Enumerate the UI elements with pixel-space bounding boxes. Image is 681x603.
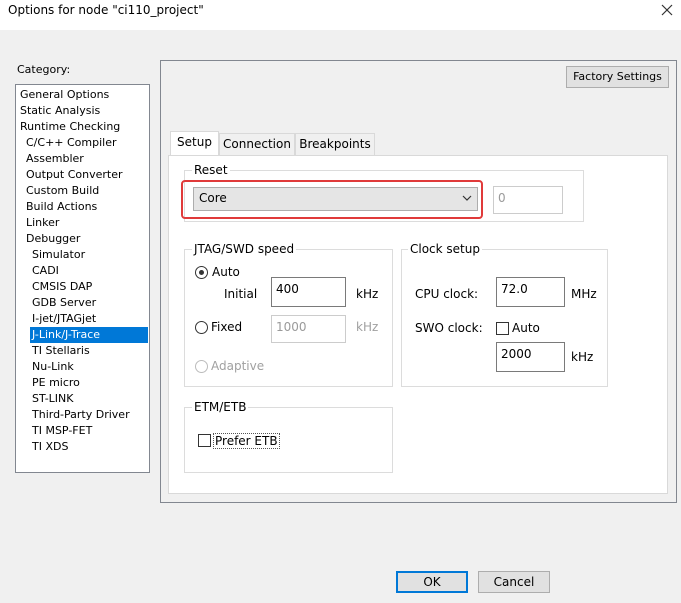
adaptive-speed-radio[interactable] — [195, 360, 208, 373]
category-item[interactable]: Output Converter — [24, 167, 123, 183]
initial-speed-input[interactable]: 400 — [271, 277, 346, 307]
prefer-etb-label: Prefer ETB — [213, 433, 280, 449]
category-item[interactable]: TI Stellaris — [30, 343, 90, 359]
category-item[interactable]: CADI — [30, 263, 59, 279]
category-item[interactable]: Simulator — [30, 247, 85, 263]
category-item[interactable]: Static Analysis — [18, 103, 100, 119]
ok-button[interactable]: OK — [396, 571, 468, 593]
window-title: Options for node "ci110_project" — [8, 3, 204, 17]
swo-clock-input[interactable]: 2000 — [496, 342, 565, 372]
category-item[interactable]: Debugger — [24, 231, 80, 247]
swo-clock-label: SWO clock: — [415, 321, 483, 335]
category-item[interactable]: General Options — [18, 87, 109, 103]
tab-connection[interactable]: Connection — [219, 133, 295, 156]
swo-clock-unit: kHz — [571, 350, 594, 364]
cancel-button[interactable]: Cancel — [478, 571, 550, 593]
auto-speed-label: Auto — [212, 265, 240, 279]
category-item[interactable]: PE micro — [30, 375, 80, 391]
prefer-etb-checkbox[interactable] — [198, 434, 211, 447]
category-item[interactable]: Nu-Link — [30, 359, 74, 375]
initial-speed-label: Initial — [224, 287, 258, 301]
clock-setup-title: Clock setup — [408, 242, 482, 256]
category-item[interactable]: C/C++ Compiler — [24, 135, 117, 151]
cpu-clock-unit: MHz — [571, 287, 597, 301]
cpu-clock-label: CPU clock: — [415, 287, 479, 301]
fixed-speed-input[interactable]: 1000 — [271, 315, 346, 343]
swo-auto-label: Auto — [512, 321, 540, 335]
cpu-clock-input[interactable]: 72.0 — [496, 277, 565, 307]
adaptive-speed-label: Adaptive — [211, 359, 265, 373]
category-item[interactable]: Runtime Checking — [18, 119, 120, 135]
reset-group-title: Reset — [192, 163, 230, 177]
category-item[interactable]: ST-LINK — [30, 391, 73, 407]
category-item[interactable]: Assembler — [24, 151, 84, 167]
highlight-frame — [181, 180, 483, 219]
tab-breakpoints[interactable]: Breakpoints — [295, 133, 375, 156]
category-list[interactable]: General Options Static Analysis Runtime Ch… — [15, 84, 150, 473]
category-item[interactable]: Linker — [24, 215, 59, 231]
category-item[interactable]: I-jet/JTAGjet — [30, 311, 96, 327]
auto-speed-radio[interactable] — [195, 266, 208, 279]
initial-speed-unit: kHz — [356, 287, 379, 301]
fixed-speed-unit: kHz — [356, 320, 379, 334]
etm-etb-title: ETM/ETB — [192, 400, 249, 414]
reset-delay-input[interactable]: 0 — [493, 186, 563, 214]
factory-settings-button[interactable]: Factory Settings — [566, 66, 669, 88]
fixed-speed-label: Fixed — [211, 320, 243, 334]
jtag-speed-title: JTAG/SWD speed — [192, 242, 297, 256]
category-item[interactable]: Build Actions — [24, 199, 97, 215]
close-icon[interactable] — [659, 2, 675, 18]
category-item[interactable]: TI MSP-FET — [30, 423, 92, 439]
category-item[interactable]: GDB Server — [30, 295, 96, 311]
category-item[interactable]: CMSIS DAP — [30, 279, 92, 295]
category-item[interactable]: TI XDS — [30, 439, 68, 455]
tab-setup[interactable]: Setup — [170, 131, 219, 156]
category-item[interactable]: Third-Party Driver — [30, 407, 130, 423]
category-item[interactable]: Custom Build — [24, 183, 99, 199]
fixed-speed-radio[interactable] — [195, 321, 208, 334]
category-label: Category: — [17, 63, 71, 76]
category-item[interactable]: J-Link/J-Trace — [30, 327, 148, 343]
swo-auto-checkbox[interactable] — [496, 322, 509, 335]
